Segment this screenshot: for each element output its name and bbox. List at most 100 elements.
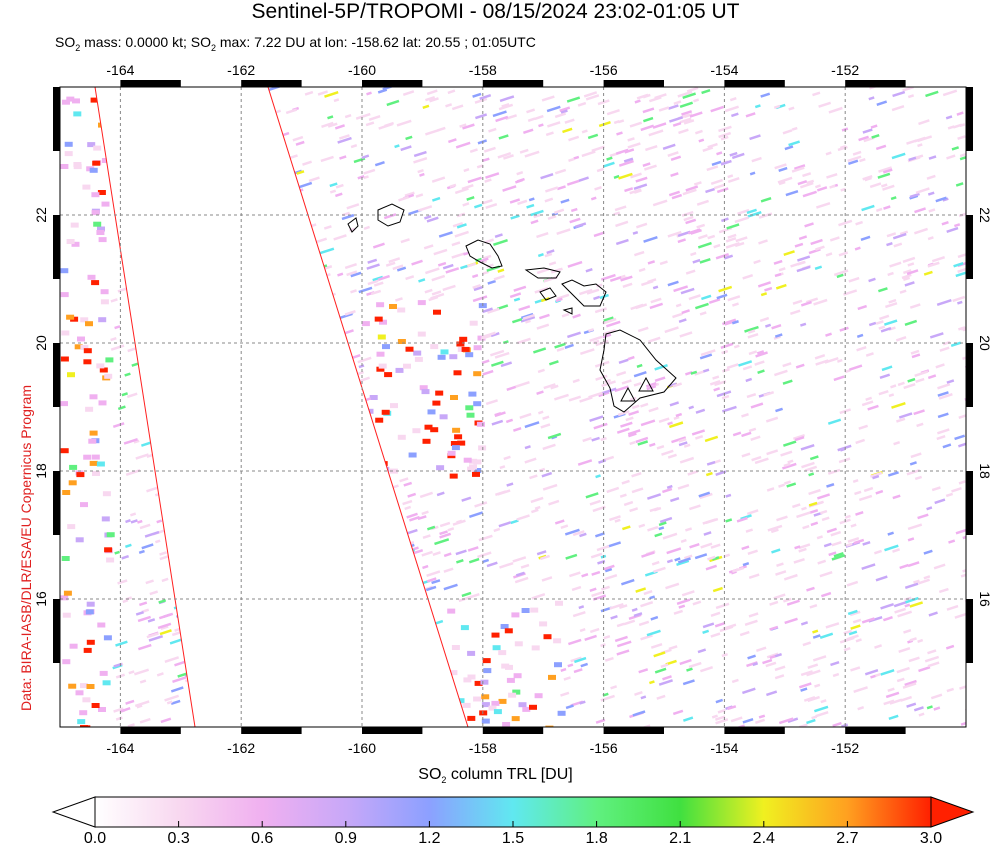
- lat-tick-right: 16: [977, 591, 991, 607]
- so2-pixel: [422, 438, 431, 444]
- so2-pixel: [820, 699, 827, 704]
- colorbar-over-arrow: [930, 796, 975, 828]
- so2-pixel: [572, 313, 581, 319]
- so2-pixel: [89, 167, 98, 173]
- so2-pixel: [818, 101, 832, 108]
- so2-pixel: [292, 135, 304, 142]
- so2-pixel: [946, 154, 956, 160]
- so2-pixel: [456, 558, 464, 564]
- so2-pixel: [814, 683, 821, 688]
- so2-pixel: [568, 135, 580, 142]
- so2-pixel: [463, 168, 470, 173]
- so2-pixel: [927, 191, 935, 196]
- so2-pixel: [616, 370, 627, 377]
- so2-pixel: [667, 453, 677, 459]
- so2-pixel: [725, 493, 732, 498]
- so2-pixel: [566, 96, 581, 103]
- so2-pixel: [775, 283, 787, 290]
- so2-pixel: [910, 452, 922, 459]
- so2-pixel: [726, 363, 739, 370]
- so2-pixel: [774, 674, 785, 680]
- so2-pixel: [144, 530, 160, 538]
- so2-pixel: [883, 205, 891, 210]
- so2-pixel: [524, 457, 537, 464]
- so2-pixel: [638, 620, 650, 627]
- so2-pixel: [604, 656, 614, 662]
- so2-pixel: [817, 559, 827, 565]
- so2-pixel: [149, 590, 159, 596]
- so2-pixel: [904, 603, 911, 608]
- so2-pixel: [889, 261, 902, 268]
- so2-pixel: [814, 265, 823, 270]
- so2-pixel: [914, 370, 929, 377]
- so2-pixel: [658, 106, 670, 112]
- so2-pixel: [596, 544, 610, 552]
- so2-pixel: [77, 336, 85, 342]
- frame-bar-top: [120, 80, 181, 87]
- so2-pixel: [355, 112, 371, 120]
- so2-pixel: [741, 452, 751, 458]
- so2-pixel: [554, 168, 567, 175]
- so2-pixel: [645, 144, 658, 152]
- so2-pixel: [893, 242, 903, 248]
- so2-pixel: [658, 526, 665, 531]
- so2-pixel: [951, 486, 962, 493]
- so2-pixel: [443, 583, 458, 591]
- so2-pixel: [692, 600, 702, 606]
- so2-pixel: [451, 252, 466, 259]
- so2-pixel: [672, 709, 684, 716]
- so2-pixel: [93, 145, 102, 151]
- so2-pixel: [937, 383, 951, 390]
- so2-pixel: [785, 189, 799, 197]
- so2-pixel: [769, 600, 779, 606]
- so2-pixel: [70, 222, 79, 228]
- so2-pixel: [614, 518, 621, 523]
- so2-pixel: [937, 412, 949, 419]
- so2-pixel: [571, 585, 582, 592]
- so2-pixel: [725, 518, 733, 523]
- so2-pixel: [442, 284, 456, 292]
- so2-pixel: [814, 354, 826, 360]
- so2-pixel: [419, 172, 425, 177]
- so2-pixel: [404, 505, 412, 511]
- so2-pixel: [868, 277, 876, 283]
- so2-pixel: [954, 612, 966, 619]
- so2-pixel: [469, 320, 478, 326]
- so2-pixel: [92, 160, 101, 166]
- so2-pixel: [763, 390, 775, 397]
- so2-pixel: [96, 363, 105, 369]
- so2-pixel: [67, 372, 75, 378]
- so2-pixel: [927, 661, 940, 668]
- so2-pixel: [890, 196, 897, 201]
- so2-pixel: [366, 91, 372, 96]
- so2-pixel: [536, 550, 547, 556]
- so2-pixel: [83, 348, 92, 354]
- so2-pixel: [778, 267, 786, 272]
- so2-pixel: [631, 404, 640, 410]
- so2-pixel: [473, 696, 482, 702]
- lon-tick-bottom: -164: [106, 740, 134, 756]
- so2-pixel: [512, 556, 527, 563]
- so2-pixel: [809, 455, 819, 461]
- so2-pixel: [455, 549, 467, 556]
- lon-tick-bottom: -152: [831, 740, 859, 756]
- so2-pixel: [881, 183, 888, 188]
- so2-pixel: [680, 538, 687, 543]
- so2-pixel: [705, 187, 716, 194]
- so2-pixel: [710, 105, 725, 113]
- so2-pixel: [721, 367, 730, 373]
- so2-pixel: [701, 88, 711, 95]
- lon-tick-bottom: -160: [348, 740, 376, 756]
- so2-pixel: [720, 342, 734, 349]
- so2-pixel: [83, 647, 92, 653]
- so2-pixel: [443, 552, 452, 558]
- so2-pixel: [909, 303, 921, 309]
- so2-pixel: [631, 607, 638, 612]
- so2-pixel: [716, 187, 729, 194]
- so2-pixel: [502, 185, 517, 192]
- so2-pixel: [604, 574, 618, 581]
- so2-pixel: [488, 127, 497, 133]
- so2-pixel: [555, 600, 563, 606]
- so2-pixel: [439, 414, 448, 420]
- so2-pixel: [894, 607, 907, 614]
